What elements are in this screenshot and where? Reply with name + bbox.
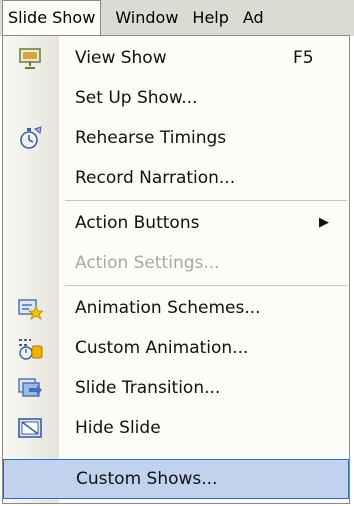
slide-transition-icon	[17, 376, 43, 400]
menu-item-label: View Show	[75, 48, 167, 68]
menu-separator	[65, 200, 347, 201]
menu-item-label: Slide Transition...	[75, 378, 221, 398]
menu-item-label: Hide Slide	[75, 418, 161, 438]
slide-show-dropdown-menu: View Show F5 Set Up Show... Rehearse Tim…	[2, 35, 350, 504]
menu-item-label: Custom Animation...	[75, 338, 249, 358]
menu-item-custom-shows[interactable]: Custom Shows...	[3, 459, 349, 499]
menu-item-view-show[interactable]: View Show F5	[3, 38, 349, 78]
menu-help[interactable]: Help	[186, 1, 234, 35]
menu-add-ins[interactable]: Ad	[237, 1, 270, 35]
menu-window[interactable]: Window	[109, 1, 184, 35]
menu-item-action-buttons[interactable]: Action Buttons ▶	[3, 203, 349, 243]
menu-item-label: Custom Shows...	[76, 469, 218, 489]
menu-item-label: Rehearse Timings	[75, 128, 227, 148]
hide-slide-icon	[17, 416, 43, 440]
menu-item-label: Action Settings...	[75, 253, 220, 273]
menu-item-custom-animation[interactable]: Custom Animation...	[3, 328, 349, 368]
menu-item-set-up-show[interactable]: Set Up Show...	[3, 78, 349, 118]
menu-item-animation-schemes[interactable]: Animation Schemes...	[3, 288, 349, 328]
submenu-arrow-icon: ▶	[319, 215, 329, 230]
animation-schemes-icon	[17, 296, 45, 320]
menu-item-action-settings: Action Settings...	[3, 243, 349, 283]
menu-bar: Slide Show Window Help Ad	[0, 0, 354, 36]
menu-item-rehearse-timings[interactable]: Rehearse Timings	[3, 118, 349, 158]
menu-slide-show[interactable]: Slide Show	[2, 0, 102, 36]
menu-item-label: Action Buttons	[75, 213, 200, 233]
shortcut-text: F5	[293, 48, 314, 68]
stopwatch-icon	[17, 126, 43, 150]
menu-item-record-narration[interactable]: Record Narration...	[3, 158, 349, 198]
menu-item-label: Animation Schemes...	[75, 298, 261, 318]
menu-item-label: Record Narration...	[75, 168, 236, 188]
menu-item-hide-slide[interactable]: Hide Slide	[3, 408, 349, 448]
menu-item-label: Set Up Show...	[75, 88, 198, 108]
menu-separator	[65, 285, 347, 286]
menu-item-slide-transition[interactable]: Slide Transition...	[3, 368, 349, 408]
custom-animation-icon	[17, 336, 43, 360]
projector-icon	[17, 46, 43, 70]
